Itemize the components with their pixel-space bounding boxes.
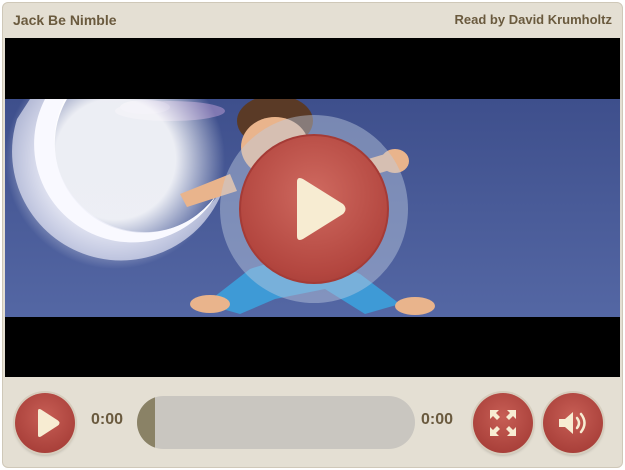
video-area[interactable] xyxy=(5,38,620,377)
progress-fill xyxy=(137,396,155,449)
big-play-button[interactable] xyxy=(220,115,408,303)
current-time: 0:00 xyxy=(91,411,124,428)
reader-credit: Read by David Krumholtz xyxy=(454,12,612,27)
play-icon xyxy=(38,409,60,437)
fullscreen-icon xyxy=(490,410,516,436)
duration-time: 0:00 xyxy=(421,411,454,428)
progress-bar[interactable] xyxy=(137,396,415,449)
video-player: Jack Be Nimble Read by David Krumholtz 0… xyxy=(2,2,623,468)
big-play-disc xyxy=(239,134,389,284)
control-bar: 0:00 0:00 xyxy=(3,379,622,467)
play-icon xyxy=(297,178,346,240)
story-title: Jack Be Nimble xyxy=(13,12,117,28)
play-button[interactable] xyxy=(15,393,75,453)
player-header: Jack Be Nimble Read by David Krumholtz xyxy=(3,3,622,37)
volume-icon xyxy=(559,412,586,434)
volume-button[interactable] xyxy=(543,393,603,453)
fullscreen-button[interactable] xyxy=(473,393,533,453)
